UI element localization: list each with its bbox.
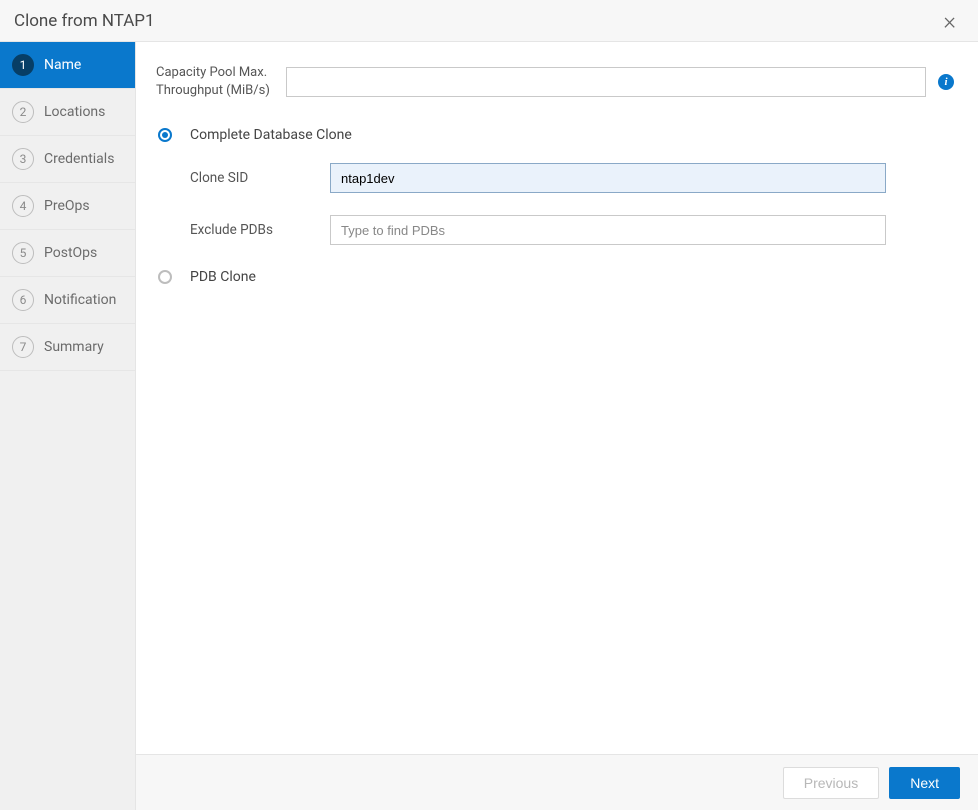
capacity-label: Capacity Pool Max. Throughput (MiB/s) <box>156 64 274 99</box>
step-number: 4 <box>12 195 34 217</box>
step-label: Notification <box>44 292 116 308</box>
step-notification[interactable]: 6 Notification <box>0 277 135 324</box>
step-number: 5 <box>12 242 34 264</box>
wizard-sidebar: 1 Name 2 Locations 3 Credentials 4 PreOp… <box>0 42 136 810</box>
step-postops[interactable]: 5 PostOps <box>0 230 135 277</box>
exclude-pdbs-label: Exclude PDBs <box>190 222 330 238</box>
step-number: 6 <box>12 289 34 311</box>
exclude-pdbs-input[interactable] <box>330 215 886 245</box>
info-icon[interactable]: i <box>938 74 954 90</box>
step-number: 2 <box>12 101 34 123</box>
dialog-header: Clone from NTAP1 × <box>0 0 978 42</box>
step-label: Name <box>44 57 81 73</box>
previous-button: Previous <box>783 767 879 799</box>
next-button[interactable]: Next <box>889 767 960 799</box>
step-label: PreOps <box>44 198 90 214</box>
option-pdb-label: PDB Clone <box>190 269 256 285</box>
step-label: PostOps <box>44 245 97 261</box>
option-complete-row: Complete Database Clone <box>156 127 954 143</box>
option-pdb-row: PDB Clone <box>156 269 954 285</box>
step-name[interactable]: 1 Name <box>0 42 135 89</box>
radio-complete-database-clone[interactable] <box>158 128 172 142</box>
step-number: 1 <box>12 54 34 76</box>
capacity-row: Capacity Pool Max. Throughput (MiB/s) i <box>156 64 954 99</box>
wizard-content: Capacity Pool Max. Throughput (MiB/s) i … <box>136 42 978 810</box>
radio-pdb-clone[interactable] <box>158 270 172 284</box>
dialog-footer: Previous Next <box>136 754 978 810</box>
step-summary[interactable]: 7 Summary <box>0 324 135 371</box>
capacity-input[interactable] <box>286 67 926 97</box>
clone-sid-input[interactable] <box>330 163 886 193</box>
exclude-pdbs-row: Exclude PDBs <box>190 215 954 245</box>
step-preops[interactable]: 4 PreOps <box>0 183 135 230</box>
step-label: Summary <box>44 339 104 355</box>
dialog-title: Clone from NTAP1 <box>14 11 155 31</box>
clone-sid-label: Clone SID <box>190 170 330 186</box>
step-label: Locations <box>44 104 105 120</box>
complete-clone-fields: Clone SID Exclude PDBs <box>190 163 954 245</box>
step-number: 3 <box>12 148 34 170</box>
close-icon[interactable]: × <box>939 9 960 33</box>
clone-sid-row: Clone SID <box>190 163 954 193</box>
step-locations[interactable]: 2 Locations <box>0 89 135 136</box>
dialog-body: 1 Name 2 Locations 3 Credentials 4 PreOp… <box>0 42 978 810</box>
step-credentials[interactable]: 3 Credentials <box>0 136 135 183</box>
option-complete-label: Complete Database Clone <box>190 127 352 143</box>
step-label: Credentials <box>44 151 114 167</box>
step-number: 7 <box>12 336 34 358</box>
form-area: Capacity Pool Max. Throughput (MiB/s) i … <box>136 42 978 754</box>
